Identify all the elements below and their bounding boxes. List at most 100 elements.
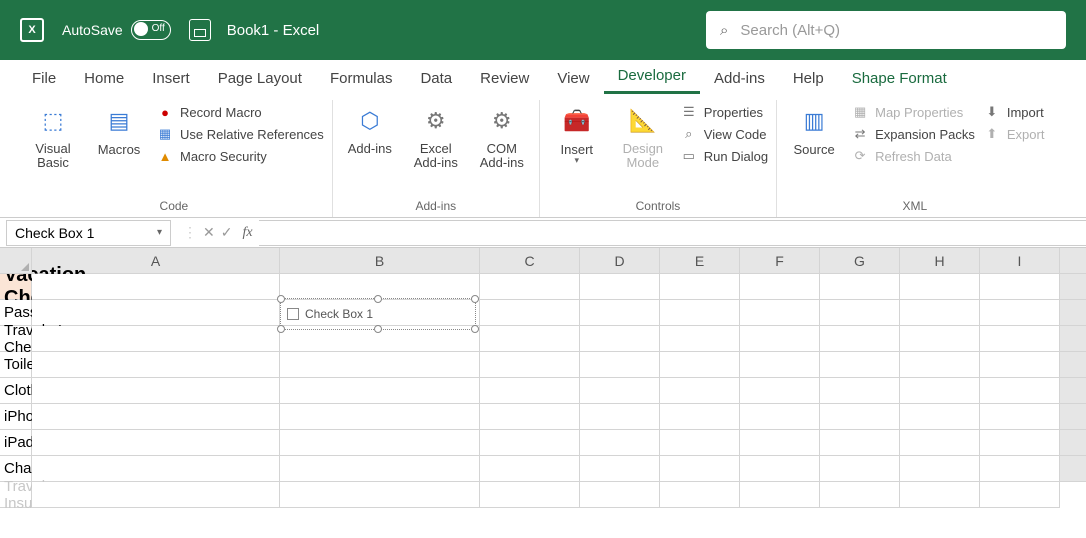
cell[interactable]: [660, 430, 740, 456]
relative-references-button[interactable]: ▦ Use Relative References: [156, 126, 324, 142]
tab-review[interactable]: Review: [466, 63, 543, 94]
cell[interactable]: [480, 430, 580, 456]
tab-data[interactable]: Data: [406, 63, 466, 94]
cell[interactable]: [660, 378, 740, 404]
cell[interactable]: [900, 326, 980, 352]
cell[interactable]: [660, 482, 740, 508]
cancel-button[interactable]: ✕: [203, 224, 215, 241]
cell[interactable]: [980, 456, 1060, 482]
cell[interactable]: [280, 378, 480, 404]
select-all-button[interactable]: [0, 248, 32, 274]
cell[interactable]: [740, 300, 820, 326]
column-header-g[interactable]: G: [820, 248, 900, 274]
cell[interactable]: [820, 456, 900, 482]
row-header[interactable]: 3: [1060, 300, 1086, 326]
cell[interactable]: [280, 404, 480, 430]
cell[interactable]: [980, 404, 1060, 430]
cell[interactable]: [820, 378, 900, 404]
cell[interactable]: [820, 300, 900, 326]
cell[interactable]: [660, 326, 740, 352]
cell[interactable]: [980, 352, 1060, 378]
column-header-d[interactable]: D: [580, 248, 660, 274]
cell[interactable]: [980, 378, 1060, 404]
cell[interactable]: [32, 404, 280, 430]
search-input[interactable]: ⌕ Search (Alt+Q): [706, 11, 1066, 49]
cell[interactable]: [660, 300, 740, 326]
tab-formulas[interactable]: Formulas: [316, 63, 407, 94]
map-properties-button[interactable]: ▦ Map Properties: [851, 104, 975, 120]
cell[interactable]: [980, 326, 1060, 352]
checkbox-shape-selected[interactable]: Check Box 1: [280, 298, 476, 330]
cell[interactable]: [480, 378, 580, 404]
cell[interactable]: [280, 456, 480, 482]
cell[interactable]: Travel Insurance: [0, 482, 32, 508]
macro-security-button[interactable]: ▲ Macro Security: [156, 148, 324, 164]
cell[interactable]: [32, 430, 280, 456]
row-header[interactable]: 7: [1060, 404, 1086, 430]
cell[interactable]: [580, 300, 660, 326]
tab-view[interactable]: View: [543, 63, 603, 94]
cell[interactable]: [900, 456, 980, 482]
cell[interactable]: [740, 274, 820, 300]
cell[interactable]: [900, 352, 980, 378]
cell[interactable]: [480, 482, 580, 508]
row-header[interactable]: 4: [1060, 326, 1086, 352]
cell[interactable]: [820, 482, 900, 508]
save-icon[interactable]: [189, 19, 211, 41]
cell[interactable]: [980, 482, 1060, 508]
run-dialog-button[interactable]: ▭ Run Dialog: [680, 148, 768, 164]
cell[interactable]: [820, 404, 900, 430]
row-header[interactable]: 1: [1060, 248, 1086, 274]
row-header[interactable]: 6: [1060, 378, 1086, 404]
cell[interactable]: [580, 326, 660, 352]
design-mode-button[interactable]: 📐 Design Mode: [614, 100, 672, 171]
chevron-down-icon[interactable]: ▾: [157, 227, 162, 238]
tab-file[interactable]: File: [18, 63, 70, 94]
cell[interactable]: [980, 274, 1060, 300]
cell[interactable]: [820, 274, 900, 300]
spreadsheet-grid[interactable]: A B C D E F G H I 1Vacation Checklist2Pa…: [0, 248, 1086, 508]
tab-help[interactable]: Help: [779, 63, 838, 94]
com-addins-button[interactable]: ⚙ COM Add-ins: [473, 100, 531, 171]
insert-control-button[interactable]: 🧰 Insert ▾: [548, 100, 606, 166]
row-header[interactable]: 2: [1060, 274, 1086, 300]
visual-basic-button[interactable]: ⬚ Visual Basic: [24, 100, 82, 171]
cell[interactable]: iPhone: [0, 404, 32, 430]
name-box[interactable]: Check Box 1 ▾: [6, 220, 171, 246]
cell[interactable]: [900, 430, 980, 456]
cell[interactable]: [900, 482, 980, 508]
cell[interactable]: [980, 300, 1060, 326]
cell[interactable]: [740, 352, 820, 378]
enter-button[interactable]: ✓: [221, 224, 233, 241]
addins-button[interactable]: ⬡ Add-ins: [341, 100, 399, 156]
cell[interactable]: [32, 326, 280, 352]
cell[interactable]: [660, 456, 740, 482]
cell[interactable]: [580, 352, 660, 378]
excel-addins-button[interactable]: ⚙ Excel Add-ins: [407, 100, 465, 171]
cell[interactable]: [660, 404, 740, 430]
cell[interactable]: [580, 482, 660, 508]
source-button[interactable]: ▥ Source: [785, 100, 843, 157]
column-header-b[interactable]: B: [280, 248, 480, 274]
cell[interactable]: [900, 404, 980, 430]
cell[interactable]: [480, 300, 580, 326]
cell[interactable]: [660, 274, 740, 300]
cell[interactable]: [900, 300, 980, 326]
refresh-data-button[interactable]: ⟳ Refresh Data: [851, 148, 975, 164]
column-header-h[interactable]: H: [900, 248, 980, 274]
cell[interactable]: [480, 274, 580, 300]
cell[interactable]: [660, 352, 740, 378]
record-macro-button[interactable]: ● Record Macro: [156, 104, 324, 120]
cell[interactable]: [480, 326, 580, 352]
column-header-f[interactable]: F: [740, 248, 820, 274]
tab-addins[interactable]: Add-ins: [700, 63, 779, 94]
cell[interactable]: [32, 352, 280, 378]
cell[interactable]: [740, 482, 820, 508]
row-header[interactable]: 9: [1060, 456, 1086, 482]
row-header[interactable]: 5: [1060, 352, 1086, 378]
cell[interactable]: Toileteries: [0, 352, 32, 378]
cell[interactable]: [32, 378, 280, 404]
tab-insert[interactable]: Insert: [138, 63, 204, 94]
cell[interactable]: [740, 430, 820, 456]
import-button[interactable]: ⬇ Import: [983, 104, 1045, 120]
